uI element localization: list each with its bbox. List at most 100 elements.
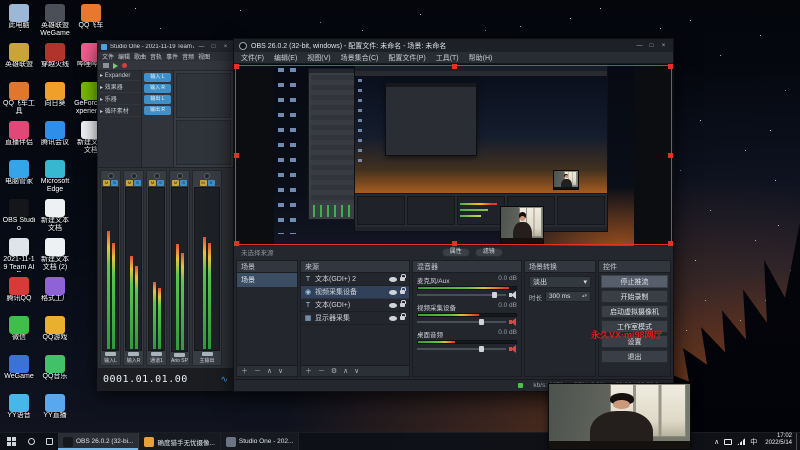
taskbar-window-button[interactable]: OBS 26.0.2 (32-bi... <box>58 433 140 450</box>
desktop-icon[interactable]: WeGame <box>2 353 36 392</box>
speaker-mute-icon[interactable] <box>509 291 517 299</box>
fader-handle[interactable] <box>105 352 116 356</box>
dock-title[interactable]: 混音器 <box>413 261 521 273</box>
menu-item[interactable]: 帮助(H) <box>469 53 493 63</box>
fader-handle[interactable] <box>174 353 185 357</box>
task-view-button[interactable] <box>40 433 58 450</box>
selection-handle[interactable] <box>234 64 239 69</box>
source-row[interactable]: T 文本(GDI+) 2 <box>301 273 409 286</box>
menu-item[interactable]: 文件 <box>102 52 114 61</box>
volume-slider-knob[interactable] <box>479 319 485 325</box>
io-button[interactable]: 输入 L <box>144 73 171 82</box>
stop-icon[interactable] <box>103 63 109 68</box>
mute-button[interactable]: M <box>103 180 110 186</box>
visibility-eye-icon[interactable] <box>389 276 397 282</box>
dock-title[interactable]: 来源 <box>301 261 409 273</box>
volume-slider-knob[interactable] <box>479 346 485 352</box>
desktop-icon[interactable]: YY语音 <box>2 392 36 431</box>
source-row[interactable]: ◉ 视频采集设备 <box>301 286 409 299</box>
menu-item[interactable]: 歌曲 <box>134 52 146 61</box>
mute-button[interactable]: M <box>199 180 207 186</box>
tray-expand-chevron-icon[interactable]: ∧ <box>714 438 719 446</box>
obs-preview[interactable] <box>234 64 673 246</box>
search-button[interactable] <box>22 433 40 450</box>
pan-knob[interactable] <box>176 173 183 179</box>
volume-slider-knob[interactable] <box>491 292 497 298</box>
speaker-mute-icon[interactable] <box>509 345 517 353</box>
solo-button[interactable]: S <box>157 180 164 186</box>
desktop-icon[interactable]: 腾讯QQ <box>2 275 36 314</box>
desktop-icon[interactable]: 格式工厂 <box>38 275 72 314</box>
channel-strip[interactable]: M S 输入R <box>123 170 144 366</box>
close-icon[interactable]: × <box>221 44 230 50</box>
lock-icon[interactable] <box>400 300 406 307</box>
network-tray-icon[interactable] <box>737 438 746 445</box>
lock-icon[interactable] <box>400 287 406 294</box>
taskbar-window-button[interactable]: 确度猎手无忧摄像... <box>139 433 221 450</box>
desktop-icon[interactable]: QQ音乐 <box>38 353 72 392</box>
obs-titlebar[interactable]: OBS 26.0.2 (32-bit, windows) - 配置文件: 未命名… <box>234 39 673 52</box>
properties-button[interactable]: 属性 <box>441 247 470 257</box>
menu-item[interactable]: 音轨 <box>150 52 162 61</box>
mute-button[interactable]: M <box>172 180 179 186</box>
menu-item[interactable]: 工具(T) <box>436 53 459 63</box>
desktop-icon[interactable]: 穿越火线 <box>38 41 72 80</box>
transition-select[interactable]: 淡出 ▾ <box>529 276 591 288</box>
source-row[interactable]: T 文本(GDI+) <box>301 299 409 312</box>
desktop-icon[interactable]: 腾讯会议 <box>38 119 72 158</box>
dock-title[interactable]: 控件 <box>599 261 670 273</box>
control-button[interactable]: 开始录制 <box>601 290 668 303</box>
io-button[interactable]: 输出 R <box>144 106 171 115</box>
scene-item[interactable]: 场景 <box>237 273 297 287</box>
expand-arrow-icon[interactable]: ▸ <box>100 97 103 103</box>
desktop-icon[interactable]: 2021-11-19 Team AIR <box>2 236 36 275</box>
menu-item[interactable]: 音频 <box>182 52 194 61</box>
close-icon[interactable]: × <box>659 43 668 49</box>
pan-knob[interactable] <box>130 173 137 179</box>
maximize-icon[interactable]: □ <box>209 44 218 50</box>
solo-button[interactable]: S <box>207 180 215 186</box>
control-button[interactable]: 退出 <box>601 350 668 363</box>
desktop-icon[interactable]: OBS Studio <box>2 197 36 236</box>
volume-slider[interactable] <box>417 292 506 298</box>
scenes-toolbar[interactable]: ＋ － ∧ ∨ <box>237 365 297 376</box>
desktop-icon[interactable]: QQ飞车工具 <box>2 80 36 119</box>
menu-item[interactable]: 视图(V) <box>307 53 330 63</box>
taskbar-clock[interactable]: 17:02 2022/5/14 <box>761 433 796 450</box>
desktop-icon[interactable]: 直播伴侣 <box>2 119 36 158</box>
control-button[interactable]: 启动虚拟摄像机 <box>601 305 668 318</box>
expand-arrow-icon[interactable]: ▸ <box>100 109 103 115</box>
browser-item[interactable]: ▸ 效果器 <box>98 81 141 93</box>
desktop-icon[interactable]: 新建文本文档 <box>38 197 72 236</box>
expand-arrow-icon[interactable]: ▸ <box>100 73 103 79</box>
io-button[interactable]: 输入 R <box>144 84 171 93</box>
visibility-eye-icon[interactable] <box>389 289 397 295</box>
start-button[interactable] <box>0 433 22 450</box>
volume-slider[interactable] <box>417 319 506 325</box>
desktop-icon[interactable]: 电脑管家 <box>2 158 36 197</box>
minimize-icon[interactable]: — <box>635 43 644 49</box>
desktop-icon[interactable]: 微信 <box>2 314 36 353</box>
speaker-mute-icon[interactable] <box>509 318 517 326</box>
mute-button[interactable]: M <box>149 180 156 186</box>
master-strip[interactable]: M S 主输出 <box>192 170 222 366</box>
show-desktop-button[interactable] <box>796 433 800 450</box>
menu-item[interactable]: 编辑(E) <box>274 53 297 63</box>
menu-item[interactable]: 编辑 <box>118 52 130 61</box>
lock-icon[interactable] <box>400 274 406 281</box>
pan-knob[interactable] <box>107 173 114 179</box>
studio-one-titlebar[interactable]: Studio One - 2021-11-19 Team AIR — □ × <box>98 41 233 52</box>
channel-strip[interactable]: M S 通道1 <box>146 170 167 366</box>
ime-indicator[interactable]: 中 <box>750 437 757 447</box>
pan-knob[interactable] <box>153 173 160 179</box>
sources-toolbar[interactable]: ＋ － ⚙ ∧ ∨ <box>301 365 409 376</box>
minimize-icon[interactable]: — <box>197 44 206 50</box>
browser-item[interactable]: ▸ Expander <box>98 71 141 81</box>
menu-item[interactable]: 文件(F) <box>241 53 264 63</box>
maximize-icon[interactable]: □ <box>647 43 656 49</box>
desktop-icon[interactable]: YY直播 <box>38 392 72 431</box>
browser-item[interactable]: ▸ 循环素材 <box>98 105 141 117</box>
fader-handle[interactable] <box>151 352 162 356</box>
solo-button[interactable]: S <box>134 180 141 186</box>
desktop-icon[interactable]: Microsoft Edge <box>38 158 72 197</box>
